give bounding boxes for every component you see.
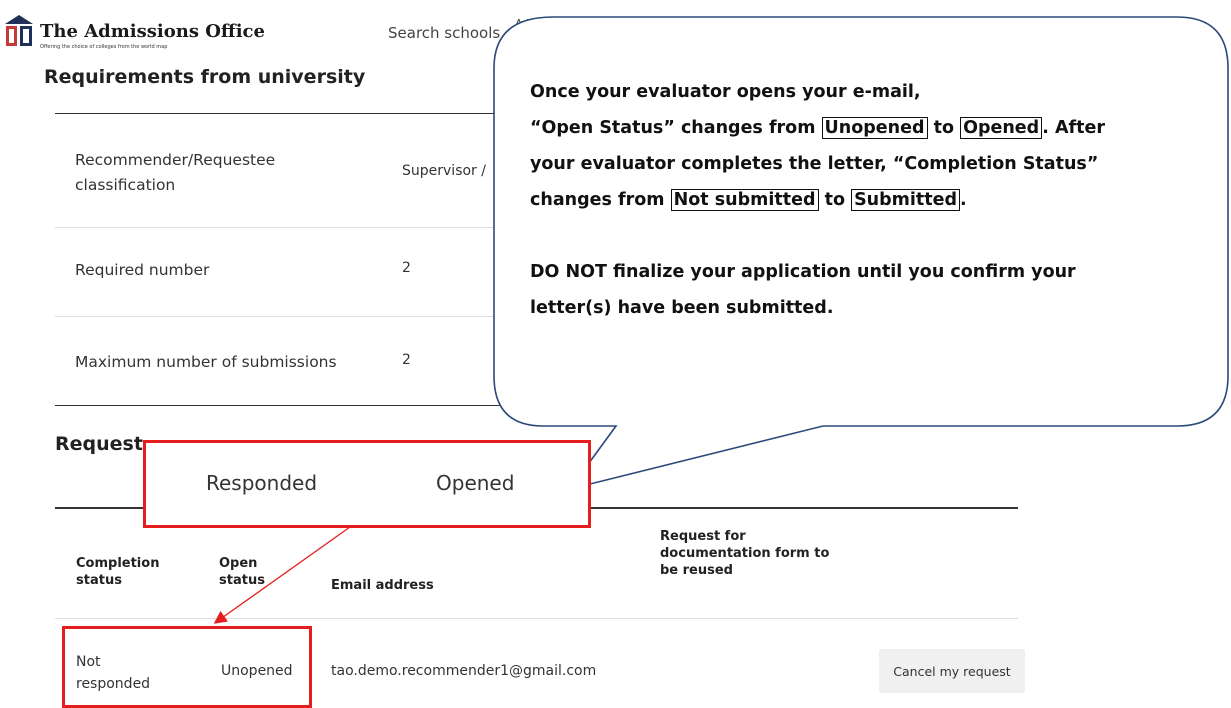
highlight-opened: Opened [960,117,1043,139]
row-label: Recommender/Requestee classification [75,151,276,194]
row-value: Supervisor / [402,163,486,179]
status-highlight-box [62,626,312,708]
column-header-email: Email address [331,578,434,593]
cancel-request-button[interactable]: Cancel my request [879,649,1025,693]
table-row: Maximum number of submissions 2 [55,317,1058,406]
zoom-responded-label: Responded [206,471,318,495]
zoom-opened-label: Opened [436,471,515,495]
nav-applications[interactable]: Applications [795,15,862,28]
graduation-cap-logo-icon[interactable] [4,14,34,48]
brand-name[interactable]: The Admissions Office [40,21,265,42]
row-value: 2 [402,352,411,368]
highlight-unopened: Unopened [821,117,928,139]
callout-line: “Open Status” changes from Unopened to O… [530,117,1105,139]
callout-line: Once your evaluator opens your e-mail, [530,82,921,102]
nav-search-schools[interactable]: Search schools [388,24,500,42]
callout-line: DO NOT finalize your application until y… [530,262,1076,282]
request-title: Request [55,433,143,455]
nav-item-partial[interactable]: Ad [515,17,529,30]
row-label: Maximum number of submissions [75,353,337,371]
requirements-title: Requirements from university [44,66,366,88]
row-value: 2 [402,260,411,276]
column-header-completion-status: Completion status [76,556,160,588]
highlight-not-submitted: Not submitted [670,189,819,211]
email-value: tao.demo.recommender1@gmail.com [331,663,597,679]
callout-text: Once your evaluator opens your e-mail, “… [530,74,1210,326]
status-zoom-box: Responded Opened [143,440,591,528]
row-divider [55,618,1018,619]
brand-tagline: Offering the choice of colleges from the… [40,44,168,50]
callout-line: your evaluator completes the letter, “Co… [530,154,1099,174]
callout-line: letter(s) have been submitted. [530,298,834,318]
column-header-open-status: Open status [219,556,265,588]
column-header-reuse: Request for documentation form to be reu… [660,529,830,578]
row-label: Required number [75,261,210,279]
highlight-submitted: Submitted [851,189,961,211]
site-header: The Admissions Office Offering the choic… [0,0,1231,72]
callout-line: changes from Not submitted to Submitted. [530,189,967,211]
